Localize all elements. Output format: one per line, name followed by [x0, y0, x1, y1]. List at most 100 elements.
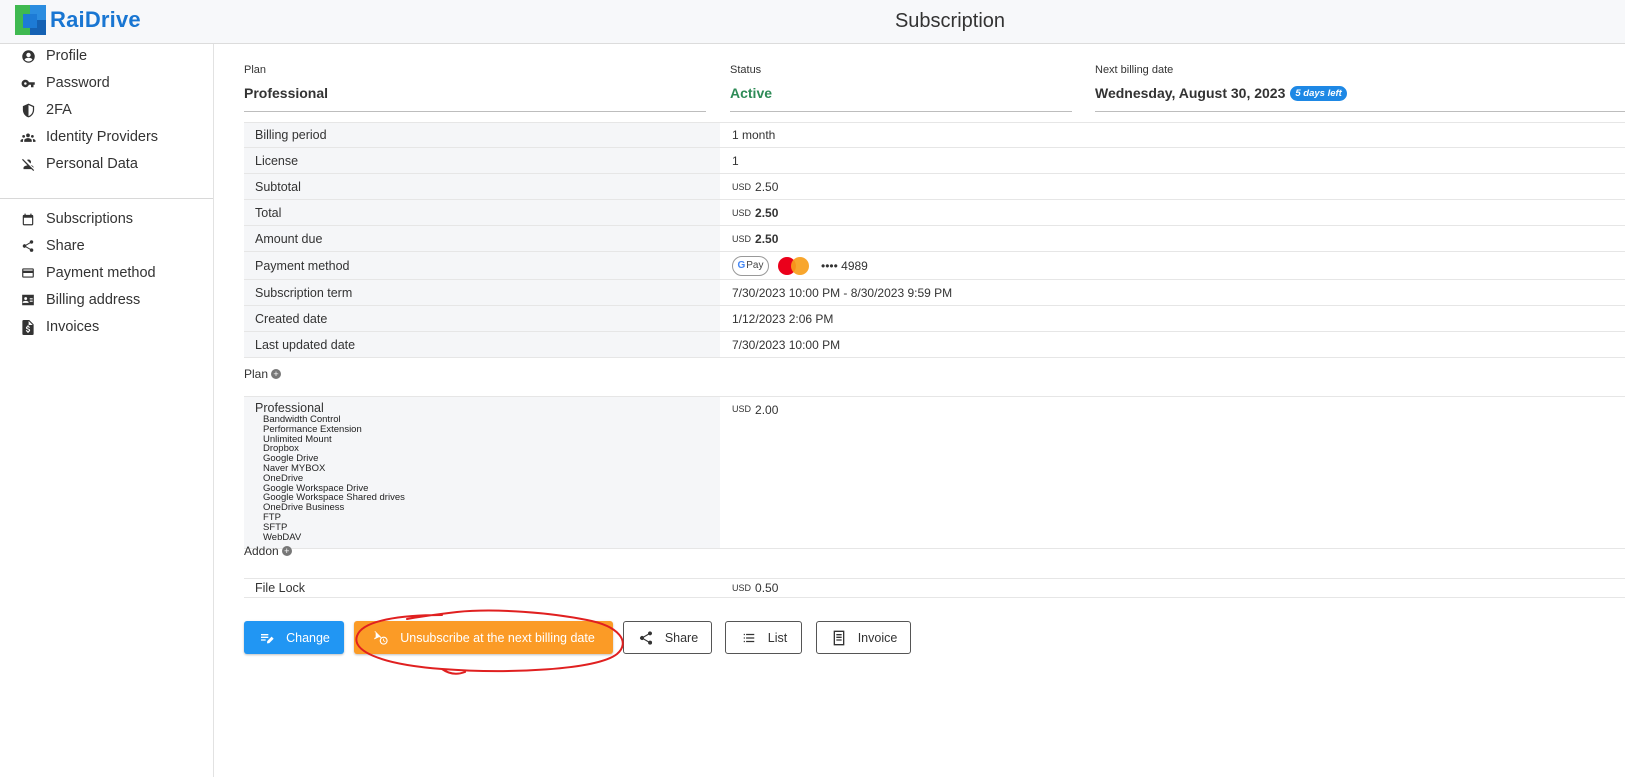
share-button[interactable]: Share	[623, 621, 712, 654]
row-value: USD 2.50	[720, 232, 778, 246]
plan-price: 2.00	[755, 403, 779, 417]
table-row: Total USD 2.50	[244, 200, 1625, 226]
sidebar-item-identity-providers[interactable]: Identity Providers	[0, 124, 213, 150]
subtotal-amount: 2.50	[755, 179, 779, 194]
sidebar-item-share[interactable]: Share	[0, 233, 213, 259]
plan-name: Professional	[255, 401, 324, 415]
sidebar-item-label: Payment method	[46, 265, 156, 281]
invoice-button-label: Invoice	[857, 630, 898, 645]
row-value: 7/30/2023 10:00 PM - 8/30/2023 9:59 PM	[732, 285, 953, 300]
plan-features-cell: Professional Bandwidth Control Performan…	[244, 397, 720, 548]
invoice-button[interactable]: Invoice	[816, 621, 911, 654]
logo-text: RaiDrive	[50, 7, 141, 32]
table-row: Subtotal USD 2.50	[244, 174, 1625, 200]
sidebar-item-invoices[interactable]: Invoices	[0, 314, 213, 340]
addon-section-header: Addon +	[244, 544, 292, 558]
row-value: G Pay •••• 4989	[720, 255, 868, 276]
share-button-label: Share	[664, 630, 699, 645]
summary-next-billing: Next billing date Wednesday, August 30, …	[1095, 64, 1625, 112]
plus-circle-icon[interactable]: +	[271, 369, 282, 379]
sidebar-item-payment-method[interactable]: Payment method	[0, 260, 213, 286]
account-off-icon	[20, 156, 36, 172]
sidebar-item-subscriptions[interactable]: Subscriptions	[0, 206, 213, 232]
summary-next-billing-label: Next billing date	[1095, 64, 1174, 76]
invoice-dollar-icon	[20, 319, 36, 335]
row-value: 1 month	[732, 128, 776, 142]
mastercard-icon	[778, 256, 811, 276]
summary-next-billing-value: Wednesday, August 30, 2023 5 days left	[1095, 85, 1625, 101]
key-icon	[20, 75, 36, 91]
sidebar-item-2fa[interactable]: 2FA	[0, 97, 213, 123]
sidebar-item-label: Share	[46, 238, 85, 254]
subscription-details-table: Billing period 1 month License 1 Subtota…	[244, 122, 1625, 358]
currency-code: USD	[732, 583, 752, 593]
table-row: Billing period 1 month	[244, 122, 1625, 148]
row-value: 1	[732, 153, 739, 168]
row-value: USD 2.50	[720, 180, 778, 194]
plan-feature: WebDAV	[263, 531, 302, 543]
account-circle-icon	[20, 48, 36, 64]
change-button[interactable]: Change	[244, 621, 344, 654]
row-value: 7/30/2023 10:00 PM	[732, 337, 841, 352]
sidebar-item-password[interactable]: Password	[0, 70, 213, 96]
row-label: Subscription term	[244, 280, 720, 305]
raidrive-logo[interactable]: RaiDrive	[15, 5, 141, 35]
plus-circle-icon[interactable]: +	[281, 546, 292, 556]
sidebar-item-label: Billing address	[46, 292, 141, 308]
table-row: Last updated date 7/30/2023 10:00 PM	[244, 332, 1625, 358]
list-button-label: List	[767, 630, 788, 645]
table-row: Subscription term 7/30/2023 10:00 PM - 8…	[244, 280, 1625, 306]
total-amount: 2.50	[755, 205, 779, 220]
sidebar-item-label: Password	[46, 75, 110, 91]
addon-name: File Lock	[244, 579, 720, 597]
table-row: Payment method G Pay •••• 4989	[244, 252, 1625, 280]
plan-feature: Unlimited Mount	[263, 433, 332, 445]
status-badge: Active	[730, 85, 773, 101]
row-label: Last updated date	[244, 332, 720, 357]
plan-price-cell: USD 2.00	[720, 397, 778, 548]
sidebar-item-billing-address[interactable]: Billing address	[0, 287, 213, 313]
account-group-icon	[20, 129, 36, 145]
plan-section-title: Plan	[244, 367, 269, 381]
addon-price: 0.50	[755, 581, 779, 595]
plan-feature: OneDrive Business	[263, 502, 345, 514]
row-label: License	[244, 148, 720, 173]
cancel-schedule-icon	[372, 629, 390, 647]
row-label: Payment method	[244, 252, 720, 279]
top-bar: RaiDrive Subscription	[0, 0, 1625, 44]
plan-feature: Dropbox	[263, 443, 299, 455]
currency-code: USD	[732, 233, 752, 244]
change-button-label: Change	[286, 630, 330, 645]
plan-feature: Naver MYBOX	[263, 462, 326, 474]
row-label: Subtotal	[244, 174, 720, 199]
sidebar: Profile Password 2FA Identity Providers …	[0, 44, 214, 777]
share-icon	[637, 629, 655, 647]
calendar-icon	[20, 211, 36, 227]
currency-code: USD	[732, 181, 752, 192]
shield-half-icon	[20, 102, 36, 118]
plan-table: Professional Bandwidth Control Performan…	[244, 396, 1625, 549]
sidebar-item-profile[interactable]: Profile	[0, 43, 213, 69]
sidebar-item-label: Identity Providers	[46, 129, 159, 145]
summary-plan-label: Plan	[244, 64, 267, 76]
page-title: Subscription	[894, 10, 1006, 32]
currency-code: USD	[732, 404, 752, 414]
sidebar-item-label: Personal Data	[46, 156, 138, 172]
raidrive-logo-icon	[15, 5, 46, 35]
addon-section-title: Addon	[244, 544, 279, 558]
id-card-icon	[20, 292, 36, 308]
receipt-icon	[830, 629, 848, 647]
addon-price-cell: USD 0.50	[720, 581, 778, 595]
summary-status: Status Active	[730, 64, 1072, 112]
edit-list-icon	[258, 629, 276, 647]
sidebar-item-personal-data[interactable]: Personal Data	[0, 151, 213, 177]
addon-row: File Lock USD 0.50	[244, 578, 1625, 598]
list-button[interactable]: List	[725, 621, 802, 654]
sidebar-item-label: 2FA	[46, 102, 72, 118]
sidebar-divider	[0, 198, 213, 199]
unsubscribe-button[interactable]: Unsubscribe at the next billing date	[354, 621, 613, 654]
row-label: Created date	[244, 306, 720, 331]
row-label: Total	[244, 200, 720, 225]
amount-due: 2.50	[755, 231, 779, 246]
table-row: License 1	[244, 148, 1625, 174]
